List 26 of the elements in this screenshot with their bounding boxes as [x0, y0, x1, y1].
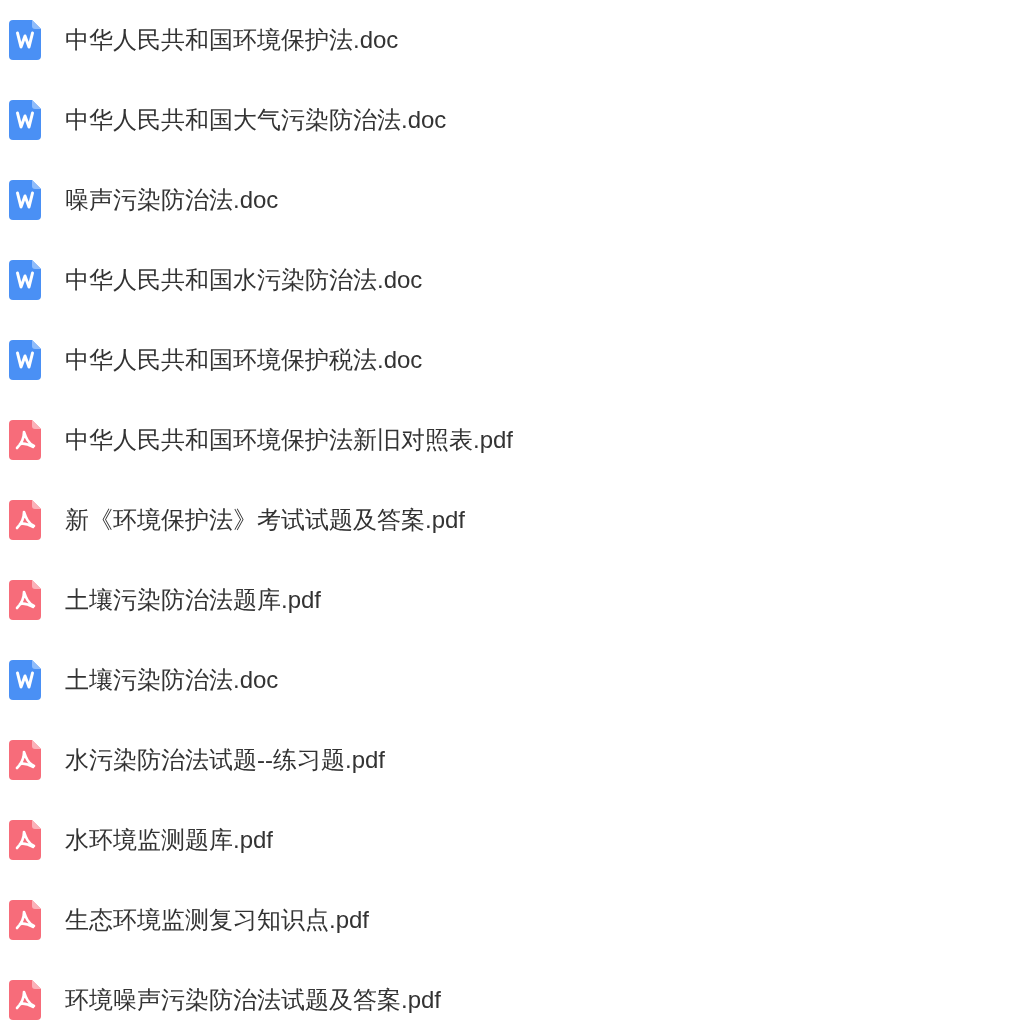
word-document-icon: [9, 340, 41, 380]
pdf-document-icon: [9, 500, 41, 540]
file-name[interactable]: 中华人民共和国环境保护法新旧对照表.pdf: [65, 422, 514, 458]
file-name[interactable]: 中华人民共和国水污染防治法.doc: [65, 262, 423, 298]
file-name[interactable]: 水污染防治法试题--练习题.pdf: [65, 742, 385, 778]
file-name[interactable]: 土壤污染防治法题库.pdf: [65, 582, 322, 618]
pdf-document-icon: [9, 900, 41, 940]
word-document-icon: [9, 660, 41, 700]
file-name[interactable]: 环境噪声污染防治法试题及答案.pdf: [65, 982, 442, 1018]
word-document-icon: [9, 260, 41, 300]
file-name[interactable]: 水环境监测题库.pdf: [65, 822, 274, 858]
file-name[interactable]: 新《环境保护法》考试试题及答案.pdf: [65, 502, 466, 538]
file-name[interactable]: 中华人民共和国环境保护税法.doc: [65, 342, 423, 378]
word-document-icon: [9, 100, 41, 140]
pdf-document-icon: [9, 580, 41, 620]
pdf-document-icon: [9, 420, 41, 460]
pdf-document-icon: [9, 820, 41, 860]
pdf-document-icon: [9, 980, 41, 1020]
word-document-icon: [9, 20, 41, 60]
file-name[interactable]: 生态环境监测复习知识点.pdf: [65, 902, 370, 938]
file-name[interactable]: 中华人民共和国大气污染防治法.doc: [65, 102, 447, 138]
file-name[interactable]: 中华人民共和国环境保护法.doc: [65, 22, 399, 58]
file-name[interactable]: 土壤污染防治法.doc: [65, 662, 279, 698]
word-document-icon: [9, 180, 41, 220]
file-name[interactable]: 噪声污染防治法.doc: [65, 182, 279, 218]
pdf-document-icon: [9, 740, 41, 780]
